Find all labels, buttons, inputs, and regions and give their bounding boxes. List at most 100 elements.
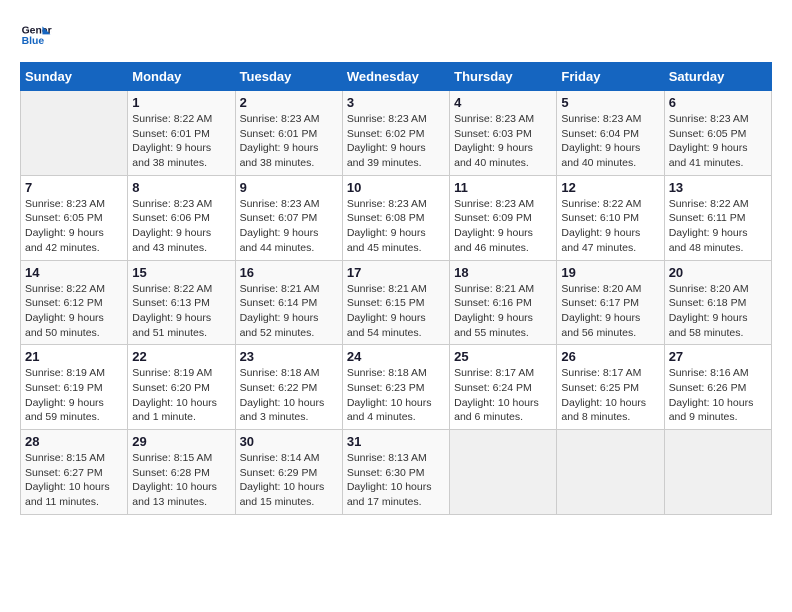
day-number: 19 [561,265,659,280]
day-number: 21 [25,349,123,364]
column-header-monday: Monday [128,63,235,91]
calendar-day-cell: 3Sunrise: 8:23 AM Sunset: 6:02 PM Daylig… [342,91,449,176]
svg-text:General: General [22,26,52,37]
calendar-day-cell: 9 Sunrise: 8:23 AM Sunset: 6:07 PM Daylig… [235,175,342,260]
day-number: 29 [132,434,230,449]
calendar-day-cell: 14 Sunrise: 8:22 AM Sunset: 6:12 PM Dayli… [21,260,128,345]
day-info: Sunrise: 8:23 AM Sunset: 6:02 PM Dayligh… [347,112,445,171]
column-header-wednesday: Wednesday [342,63,449,91]
calendar-day-cell: 26 Sunrise: 8:17 AM Sunset: 6:25 PM Dayli… [557,345,664,430]
day-number: 22 [132,349,230,364]
day-info: Sunrise: 8:23 AM Sunset: 6:07 PM Dayligh… [240,197,338,256]
calendar-day-cell: 27 Sunrise: 8:16 AM Sunset: 6:26 PM Dayli… [664,345,771,430]
day-info: Sunrise: 8:15 AM Sunset: 6:28 PM Dayligh… [132,451,230,510]
day-number: 15 [132,265,230,280]
calendar-day-cell [664,430,771,515]
day-info: Sunrise: 8:20 AM Sunset: 6:17 PM Dayligh… [561,282,659,341]
svg-text:Blue: Blue [22,36,45,47]
calendar-day-cell: 11Sunrise: 8:23 AM Sunset: 6:09 PM Dayli… [450,175,557,260]
day-info: Sunrise: 8:23 AM Sunset: 6:03 PM Dayligh… [454,112,552,171]
logo-icon: GeneralBlue [20,20,52,52]
calendar-day-cell: 12 Sunrise: 8:22 AM Sunset: 6:10 PM Dayli… [557,175,664,260]
day-info: Sunrise: 8:19 AM Sunset: 6:20 PM Dayligh… [132,366,230,425]
column-header-saturday: Saturday [664,63,771,91]
calendar-day-cell: 2 Sunrise: 8:23 AM Sunset: 6:01 PM Daylig… [235,91,342,176]
day-number: 18 [454,265,552,280]
calendar-week-row: 1 Sunrise: 8:22 AM Sunset: 6:01 PM Daylig… [21,91,772,176]
calendar-day-cell: 30 Sunrise: 8:14 AM Sunset: 6:29 PM Dayli… [235,430,342,515]
day-info: Sunrise: 8:19 AM Sunset: 6:19 PM Dayligh… [25,366,123,425]
calendar-day-cell [450,430,557,515]
day-number: 20 [669,265,767,280]
day-info: Sunrise: 8:23 AM Sunset: 6:05 PM Dayligh… [669,112,767,171]
day-info: Sunrise: 8:16 AM Sunset: 6:26 PM Dayligh… [669,366,767,425]
calendar-day-cell: 5 Sunrise: 8:23 AM Sunset: 6:04 PM Daylig… [557,91,664,176]
day-number: 23 [240,349,338,364]
calendar-day-cell: 22 Sunrise: 8:19 AM Sunset: 6:20 PM Dayli… [128,345,235,430]
day-info: Sunrise: 8:23 AM Sunset: 6:04 PM Dayligh… [561,112,659,171]
day-number: 13 [669,180,767,195]
calendar-day-cell: 8Sunrise: 8:23 AM Sunset: 6:06 PM Daylig… [128,175,235,260]
day-info: Sunrise: 8:22 AM Sunset: 6:10 PM Dayligh… [561,197,659,256]
day-number: 31 [347,434,445,449]
calendar-day-cell: 7 Sunrise: 8:23 AM Sunset: 6:05 PM Daylig… [21,175,128,260]
day-info: Sunrise: 8:22 AM Sunset: 6:11 PM Dayligh… [669,197,767,256]
calendar-day-cell: 13 Sunrise: 8:22 AM Sunset: 6:11 PM Dayli… [664,175,771,260]
day-info: Sunrise: 8:18 AM Sunset: 6:22 PM Dayligh… [240,366,338,425]
calendar-day-cell: 6 Sunrise: 8:23 AM Sunset: 6:05 PM Daylig… [664,91,771,176]
day-info: Sunrise: 8:22 AM Sunset: 6:01 PM Dayligh… [132,112,230,171]
calendar-day-cell: 10Sunrise: 8:23 AM Sunset: 6:08 PM Dayli… [342,175,449,260]
day-info: Sunrise: 8:17 AM Sunset: 6:25 PM Dayligh… [561,366,659,425]
calendar-day-cell: 25Sunrise: 8:17 AM Sunset: 6:24 PM Dayli… [450,345,557,430]
day-number: 2 [240,95,338,110]
day-number: 28 [25,434,123,449]
calendar-day-cell [557,430,664,515]
calendar-day-cell: 20Sunrise: 8:20 AM Sunset: 6:18 PM Dayli… [664,260,771,345]
day-number: 26 [561,349,659,364]
calendar-day-cell: 29 Sunrise: 8:15 AM Sunset: 6:28 PM Dayli… [128,430,235,515]
calendar-day-cell: 1 Sunrise: 8:22 AM Sunset: 6:01 PM Daylig… [128,91,235,176]
day-number: 7 [25,180,123,195]
column-header-tuesday: Tuesday [235,63,342,91]
column-header-friday: Friday [557,63,664,91]
day-info: Sunrise: 8:21 AM Sunset: 6:14 PM Dayligh… [240,282,338,341]
calendar-day-cell: 24Sunrise: 8:18 AM Sunset: 6:23 PM Dayli… [342,345,449,430]
day-number: 1 [132,95,230,110]
calendar-week-row: 28 Sunrise: 8:15 AM Sunset: 6:27 PM Dayli… [21,430,772,515]
calendar-day-cell [21,91,128,176]
calendar-day-cell: 31 Sunrise: 8:13 AM Sunset: 6:30 PM Dayli… [342,430,449,515]
day-number: 5 [561,95,659,110]
day-info: Sunrise: 8:22 AM Sunset: 6:12 PM Dayligh… [25,282,123,341]
calendar-day-cell: 21 Sunrise: 8:19 AM Sunset: 6:19 PM Dayli… [21,345,128,430]
calendar-week-row: 14 Sunrise: 8:22 AM Sunset: 6:12 PM Dayli… [21,260,772,345]
calendar-day-cell: 17Sunrise: 8:21 AM Sunset: 6:15 PM Dayli… [342,260,449,345]
day-info: Sunrise: 8:13 AM Sunset: 6:30 PM Dayligh… [347,451,445,510]
day-number: 4 [454,95,552,110]
day-number: 16 [240,265,338,280]
day-info: Sunrise: 8:23 AM Sunset: 6:01 PM Dayligh… [240,112,338,171]
day-number: 11 [454,180,552,195]
day-number: 17 [347,265,445,280]
calendar-week-row: 21 Sunrise: 8:19 AM Sunset: 6:19 PM Dayli… [21,345,772,430]
day-info: Sunrise: 8:23 AM Sunset: 6:05 PM Dayligh… [25,197,123,256]
day-number: 12 [561,180,659,195]
day-info: Sunrise: 8:17 AM Sunset: 6:24 PM Dayligh… [454,366,552,425]
day-info: Sunrise: 8:18 AM Sunset: 6:23 PM Dayligh… [347,366,445,425]
calendar-day-cell: 15Sunrise: 8:22 AM Sunset: 6:13 PM Dayli… [128,260,235,345]
day-info: Sunrise: 8:14 AM Sunset: 6:29 PM Dayligh… [240,451,338,510]
day-info: Sunrise: 8:21 AM Sunset: 6:16 PM Dayligh… [454,282,552,341]
calendar-day-cell: 23 Sunrise: 8:18 AM Sunset: 6:22 PM Dayli… [235,345,342,430]
day-number: 27 [669,349,767,364]
calendar-day-cell: 16 Sunrise: 8:21 AM Sunset: 6:14 PM Dayli… [235,260,342,345]
day-info: Sunrise: 8:23 AM Sunset: 6:08 PM Dayligh… [347,197,445,256]
day-info: Sunrise: 8:15 AM Sunset: 6:27 PM Dayligh… [25,451,123,510]
day-number: 30 [240,434,338,449]
day-number: 9 [240,180,338,195]
column-header-thursday: Thursday [450,63,557,91]
calendar-header-row: SundayMondayTuesdayWednesdayThursdayFrid… [21,63,772,91]
calendar-day-cell: 19 Sunrise: 8:20 AM Sunset: 6:17 PM Dayli… [557,260,664,345]
day-number: 14 [25,265,123,280]
calendar-day-cell: 28 Sunrise: 8:15 AM Sunset: 6:27 PM Dayli… [21,430,128,515]
day-number: 6 [669,95,767,110]
page-header: GeneralBlue [20,20,772,52]
